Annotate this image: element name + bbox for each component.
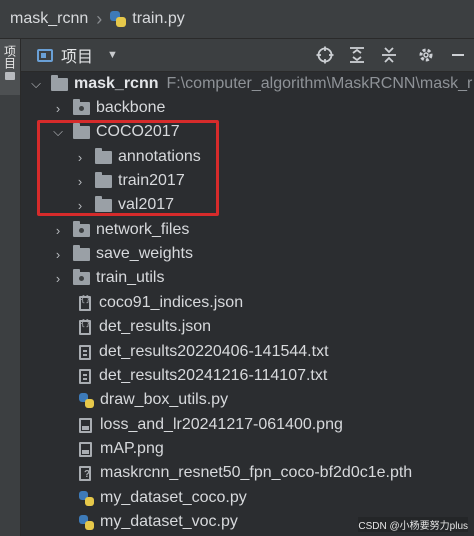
image-file-icon (79, 441, 92, 457)
package-folder-icon (73, 220, 90, 237)
tree-item-map-png[interactable]: mAP.png (21, 437, 474, 461)
tree-item-det-results-json[interactable]: det_results.json (21, 315, 474, 339)
project-tool-tab[interactable]: 项目 (0, 39, 20, 95)
json-file-icon (79, 319, 91, 335)
package-folder-icon (73, 268, 90, 285)
tree-root[interactable]: ⌵ mask_rcnn F:\computer_algorithm\MaskRC… (21, 72, 474, 96)
chevron-right-icon[interactable]: › (51, 223, 65, 238)
tree-item-label: backbone (96, 99, 166, 116)
tree-item-coco91-indices[interactable]: coco91_indices.json (21, 291, 474, 315)
tree-item-det-results-txt-2[interactable]: det_results20241216-114107.txt (21, 364, 474, 388)
tree-item-train2017[interactable]: › train2017 (21, 169, 474, 193)
chevron-right-icon[interactable]: › (73, 174, 87, 189)
chevron-down-icon[interactable]: ⌵ (29, 76, 43, 92)
tree-item-label: train_utils (96, 269, 165, 286)
chevron-right-icon[interactable]: › (51, 271, 65, 286)
hide-icon[interactable] (447, 44, 469, 66)
locate-icon[interactable] (314, 44, 336, 66)
watermark: CSDN @小杨要努力plus (358, 517, 468, 532)
tree-item-label: network_files (96, 221, 190, 238)
tree-item-label: det_results20220406-141544.txt (99, 343, 329, 360)
tree-item-annotations[interactable]: › annotations (21, 145, 474, 169)
tree-item-label: det_results20241216-114107.txt (99, 367, 328, 384)
tree-item-draw-box-utils[interactable]: draw_box_utils.py (21, 388, 474, 412)
collapse-all-icon[interactable] (378, 44, 400, 66)
chevron-down-icon[interactable]: ⌵ (51, 124, 65, 140)
tree-item-det-results-txt-1[interactable]: det_results20220406-141544.txt (21, 340, 474, 364)
python-file-icon (79, 514, 94, 530)
python-file-icon (79, 490, 94, 506)
folder-icon (73, 122, 90, 139)
project-tab-icon (5, 72, 15, 80)
chevron-right-icon[interactable]: › (73, 150, 87, 165)
tree-item-label: COCO2017 (96, 123, 180, 140)
project-window-icon (37, 48, 53, 62)
chevron-right-icon[interactable]: › (51, 101, 65, 116)
breadcrumb-project[interactable]: mask_rcnn (10, 10, 88, 28)
project-view-selector[interactable]: 项目 ▼ (37, 43, 118, 67)
package-folder-icon (73, 98, 90, 115)
expand-all-icon[interactable] (346, 44, 368, 66)
toolbar-actions (309, 39, 474, 71)
folder-icon (51, 74, 68, 91)
python-file-icon (110, 11, 127, 27)
breadcrumb-file[interactable]: train.py (110, 10, 185, 28)
tree-item-coco2017[interactable]: ⌵ COCO2017 (21, 120, 474, 144)
folder-icon (95, 147, 112, 164)
breadcrumb-file-label: train.py (132, 10, 185, 27)
chevron-right-icon[interactable]: › (51, 247, 65, 262)
tree-item-label: loss_and_lr20241217-061400.png (100, 416, 343, 433)
tree-item-label: val2017 (118, 196, 175, 213)
chevron-right-icon: › (96, 8, 103, 29)
tree-item-label: my_dataset_voc.py (100, 513, 238, 530)
tree-item-label: coco91_indices.json (99, 294, 244, 311)
folder-icon (95, 195, 112, 212)
tree-item-backbone[interactable]: › backbone (21, 96, 474, 120)
project-view-label: 项目 (61, 49, 94, 66)
tree-item-train-utils[interactable]: › train_utils (21, 266, 474, 290)
python-file-icon (79, 392, 94, 408)
tool-window-strip: 项目 (0, 39, 21, 536)
tree-item-save-weights[interactable]: › save_weights (21, 242, 474, 266)
json-file-icon (79, 295, 91, 311)
tree-item-label: save_weights (96, 245, 193, 262)
tree-item-network-files[interactable]: › network_files (21, 218, 474, 242)
tree-item-loss-and-lr[interactable]: loss_and_lr20241217-061400.png (21, 413, 474, 437)
tree-root-path: F:\computer_algorithm\MaskRCNN\mask_r (166, 75, 473, 92)
tree-item-my-dataset-coco[interactable]: my_dataset_coco.py (21, 486, 474, 510)
text-file-icon (79, 344, 91, 360)
unknown-file-icon: ? (79, 465, 94, 481)
tree-item-label: my_dataset_coco.py (100, 489, 247, 506)
chevron-right-icon[interactable]: › (73, 198, 87, 213)
folder-icon (73, 244, 90, 261)
tree-item-label: maskrcnn_resnet50_fpn_coco-bf2d0c1e.pth (100, 464, 413, 481)
image-file-icon (79, 417, 92, 433)
tree-item-label: annotations (118, 148, 201, 165)
tree-item-label: mAP.png (100, 440, 164, 457)
breadcrumb: mask_rcnn › train.py (0, 0, 474, 39)
tree-item-pth[interactable]: ? maskrcnn_resnet50_fpn_coco-bf2d0c1e.pt… (21, 461, 474, 485)
chevron-down-icon: ▼ (107, 49, 118, 61)
project-tool-tab-label: 项目 (2, 45, 17, 69)
folder-icon (95, 171, 112, 188)
tree-item-label: draw_box_utils.py (100, 391, 229, 408)
breadcrumb-project-label: mask_rcnn (10, 10, 89, 27)
text-file-icon (79, 368, 91, 384)
project-toolbar: 项目 ▼ (21, 39, 474, 72)
gear-icon[interactable] (415, 44, 437, 66)
tree-item-label: train2017 (118, 172, 185, 189)
tree-item-val2017[interactable]: › val2017 (21, 193, 474, 217)
tree-item-label: det_results.json (99, 318, 212, 335)
tree-root-label: mask_rcnn (74, 75, 159, 92)
